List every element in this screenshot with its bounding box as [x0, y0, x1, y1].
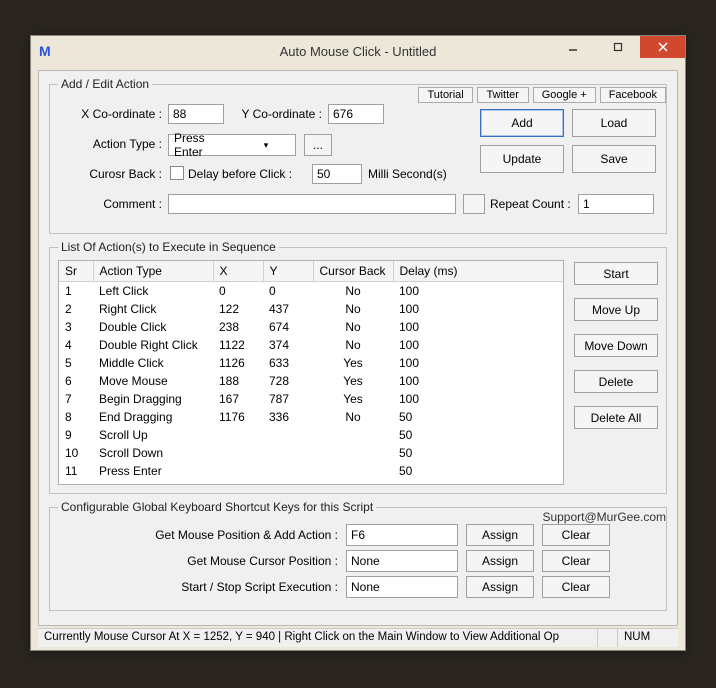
- sc3-label: Start / Stop Script Execution :: [58, 580, 338, 594]
- sc2-label: Get Mouse Cursor Position :: [58, 554, 338, 568]
- table-row[interactable]: 11Press Enter50: [59, 462, 563, 480]
- table-row[interactable]: 2Right Click122437No100: [59, 300, 563, 318]
- col-y[interactable]: Y: [263, 261, 313, 282]
- shortcuts-group: Configurable Global Keyboard Shortcut Ke…: [49, 500, 667, 611]
- minimize-button[interactable]: [550, 36, 595, 58]
- ycoord-label: Y Co-ordinate :: [228, 107, 322, 121]
- add-button[interactable]: Add: [480, 109, 564, 137]
- table-row[interactable]: 3Double Click238674No100: [59, 318, 563, 336]
- repeat-input[interactable]: [578, 194, 654, 214]
- table-row[interactable]: 4Double Right Click1122374No100: [59, 336, 563, 354]
- table-row[interactable]: 1Left Click00No100: [59, 282, 563, 301]
- sc1-clear-button[interactable]: Clear: [542, 524, 610, 546]
- actions-list-legend: List Of Action(s) to Execute in Sequence: [58, 240, 279, 254]
- col-delay[interactable]: Delay (ms): [393, 261, 563, 282]
- table-row[interactable]: 8End Dragging1176336No50: [59, 408, 563, 426]
- cursorback-label: Curosr Back :: [58, 167, 162, 181]
- chevron-down-icon: ▾: [232, 135, 295, 155]
- comment-picker-button[interactable]: [463, 194, 485, 214]
- xcoord-input[interactable]: [168, 104, 224, 124]
- actiontype-label: Action Type :: [58, 137, 162, 151]
- start-button[interactable]: Start: [574, 262, 658, 285]
- status-num: NUM: [618, 629, 678, 647]
- add-edit-group: Add / Edit Action Tutorial Twitter Googl…: [49, 77, 667, 234]
- sc1-assign-button[interactable]: Assign: [466, 524, 534, 546]
- sc2-assign-button[interactable]: Assign: [466, 550, 534, 572]
- maximize-button[interactable]: [595, 36, 640, 58]
- col-x[interactable]: X: [213, 261, 263, 282]
- sc1-input[interactable]: [346, 524, 458, 546]
- delay-label: Delay before Click :: [188, 167, 308, 181]
- update-button[interactable]: Update: [480, 145, 564, 173]
- table-row[interactable]: 5Middle Click1126633Yes100: [59, 354, 563, 372]
- col-type[interactable]: Action Type: [93, 261, 213, 282]
- actions-list-group: List Of Action(s) to Execute in Sequence…: [49, 240, 667, 494]
- table-row[interactable]: 10Scroll Down50: [59, 444, 563, 462]
- table-row[interactable]: 7Begin Dragging167787Yes100: [59, 390, 563, 408]
- col-cursor[interactable]: Cursor Back: [313, 261, 393, 282]
- app-icon: M: [39, 43, 55, 59]
- support-link[interactable]: Support@MurGee.com: [542, 510, 666, 524]
- client-area: Add / Edit Action Tutorial Twitter Googl…: [38, 70, 678, 626]
- actiontype-select[interactable]: Press Enter ▾: [168, 134, 296, 156]
- actiontype-value: Press Enter: [169, 131, 232, 159]
- status-text: Currently Mouse Cursor At X = 1252, Y = …: [38, 629, 598, 647]
- comment-input[interactable]: [168, 194, 456, 214]
- col-sr[interactable]: Sr: [59, 261, 93, 282]
- moveup-button[interactable]: Move Up: [574, 298, 658, 321]
- cursorback-checkbox[interactable]: [170, 166, 184, 180]
- sc3-assign-button[interactable]: Assign: [466, 576, 534, 598]
- sc3-clear-button[interactable]: Clear: [542, 576, 610, 598]
- window-controls: [550, 36, 685, 58]
- load-button[interactable]: Load: [572, 109, 656, 137]
- app-window: M Auto Mouse Click - Untitled Add / Edit…: [30, 35, 686, 651]
- status-spacer: [598, 629, 618, 647]
- xcoord-label: X Co-ordinate :: [58, 107, 162, 121]
- comment-label: Comment :: [58, 197, 162, 211]
- titlebar[interactable]: M Auto Mouse Click - Untitled: [31, 36, 685, 66]
- action-more-button[interactable]: ...: [304, 134, 332, 156]
- delay-unit: Milli Second(s): [368, 167, 447, 181]
- repeat-label: Repeat Count :: [490, 197, 571, 211]
- list-buttons: Start Move Up Move Down Delete Delete Al…: [574, 260, 658, 485]
- sc1-label: Get Mouse Position & Add Action :: [58, 528, 338, 542]
- add-edit-legend: Add / Edit Action: [58, 77, 152, 91]
- close-button[interactable]: [640, 36, 685, 58]
- deleteall-button[interactable]: Delete All: [574, 406, 658, 429]
- delay-input[interactable]: [312, 164, 362, 184]
- table-row[interactable]: 6Move Mouse188728Yes100: [59, 372, 563, 390]
- statusbar: Currently Mouse Cursor At X = 1252, Y = …: [38, 628, 678, 647]
- delete-button[interactable]: Delete: [574, 370, 658, 393]
- sc2-input[interactable]: [346, 550, 458, 572]
- ycoord-input[interactable]: [328, 104, 384, 124]
- sc2-clear-button[interactable]: Clear: [542, 550, 610, 572]
- sc3-input[interactable]: [346, 576, 458, 598]
- movedown-button[interactable]: Move Down: [574, 334, 658, 357]
- save-button[interactable]: Save: [572, 145, 656, 173]
- shortcuts-legend: Configurable Global Keyboard Shortcut Ke…: [58, 500, 376, 514]
- table-row[interactable]: 9Scroll Up50: [59, 426, 563, 444]
- actions-table[interactable]: Sr Action Type X Y Cursor Back Delay (ms…: [58, 260, 564, 485]
